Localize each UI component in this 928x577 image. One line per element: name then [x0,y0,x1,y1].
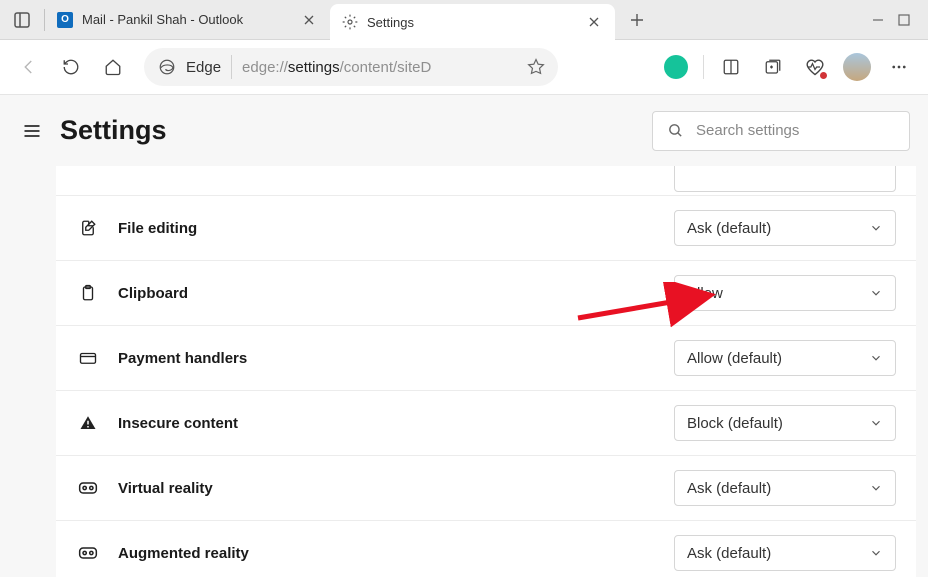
vr-icon [78,544,98,562]
permission-select[interactable]: Allow [674,275,896,311]
favorite-button[interactable] [520,51,552,83]
divider [231,55,232,79]
more-menu-button[interactable] [880,48,918,86]
select-cutoff[interactable] [674,166,896,192]
omnibox-url: edge://settings/content/siteD [242,59,510,76]
browser-essentials-button[interactable] [796,48,834,86]
permission-select[interactable]: Block (default) [674,405,896,441]
extension-grammarly-icon[interactable] [657,48,695,86]
home-button[interactable] [94,48,132,86]
minimize-icon[interactable] [872,14,884,26]
maximize-icon[interactable] [898,14,910,26]
profile-avatar[interactable] [838,48,876,86]
browser-titlebar: O Mail - Pankil Shah - Outlook Settings [0,0,928,40]
chevron-down-icon [869,351,883,365]
permission-row-clipboard: Clipboard Allow [56,261,916,326]
row-label: Insecure content [118,415,238,432]
address-bar[interactable]: Edge edge://settings/content/siteD [144,48,558,86]
clipboard-icon [78,284,98,302]
select-value: Allow [687,285,723,302]
browser-tab-1[interactable]: Settings [330,4,615,40]
permission-select[interactable]: Ask (default) [674,210,896,246]
row-label: File editing [118,220,197,237]
prev-row-cutoff [56,166,916,196]
omnibox-prefix: Edge [186,59,221,76]
row-label: Clipboard [118,285,188,302]
tab-title: Mail - Pankil Shah - Outlook [82,12,291,27]
gear-icon [342,14,358,30]
refresh-button[interactable] [52,48,90,86]
permission-row-augmented-reality: Augmented reality Ask (default) [56,521,916,577]
settings-menu-button[interactable] [18,117,46,145]
alert-badge-icon [818,70,829,81]
close-icon[interactable] [300,11,318,29]
credit-card-icon [78,349,98,367]
select-value: Ask (default) [687,220,771,237]
divider [703,55,704,79]
page-title: Settings [60,115,167,146]
chevron-down-icon [869,546,883,560]
edge-icon [158,58,176,76]
split-screen-button[interactable] [712,48,750,86]
vr-icon [78,479,98,497]
warning-icon [78,414,98,432]
collections-button[interactable] [754,48,792,86]
tab-title: Settings [367,15,576,30]
search-input[interactable]: Search settings [652,111,910,151]
new-tab-button[interactable] [621,4,653,36]
row-label: Payment handlers [118,350,247,367]
select-value: Block (default) [687,415,783,432]
permission-row-payment-handlers: Payment handlers Allow (default) [56,326,916,391]
row-label: Augmented reality [118,545,249,562]
permission-row-insecure-content: Insecure content Block (default) [56,391,916,456]
search-placeholder: Search settings [696,122,799,139]
search-icon [667,122,684,139]
window-controls [854,0,928,39]
chevron-down-icon [869,416,883,430]
permission-select[interactable]: Ask (default) [674,470,896,506]
sidebar-gutter [0,166,56,577]
settings-header: Settings Search settings [0,94,928,166]
settings-content: File editing Ask (default) Clipboard All… [0,166,928,577]
row-label: Virtual reality [118,480,213,497]
tab-actions-menu[interactable] [0,0,44,39]
permission-select[interactable]: Allow (default) [674,340,896,376]
chevron-down-icon [869,481,883,495]
select-value: Allow (default) [687,350,782,367]
back-button[interactable] [10,48,48,86]
file-edit-icon [78,219,98,237]
chevron-down-icon [869,221,883,235]
permission-row-virtual-reality: Virtual reality Ask (default) [56,456,916,521]
permission-select[interactable]: Ask (default) [674,535,896,571]
chevron-down-icon [869,286,883,300]
select-value: Ask (default) [687,545,771,562]
browser-tab-0[interactable]: O Mail - Pankil Shah - Outlook [45,0,330,39]
close-icon[interactable] [585,13,603,31]
outlook-icon: O [57,12,73,28]
permission-row-file-editing: File editing Ask (default) [56,196,916,261]
permissions-panel: File editing Ask (default) Clipboard All… [56,166,916,577]
browser-toolbar: Edge edge://settings/content/siteD [0,40,928,94]
select-value: Ask (default) [687,480,771,497]
